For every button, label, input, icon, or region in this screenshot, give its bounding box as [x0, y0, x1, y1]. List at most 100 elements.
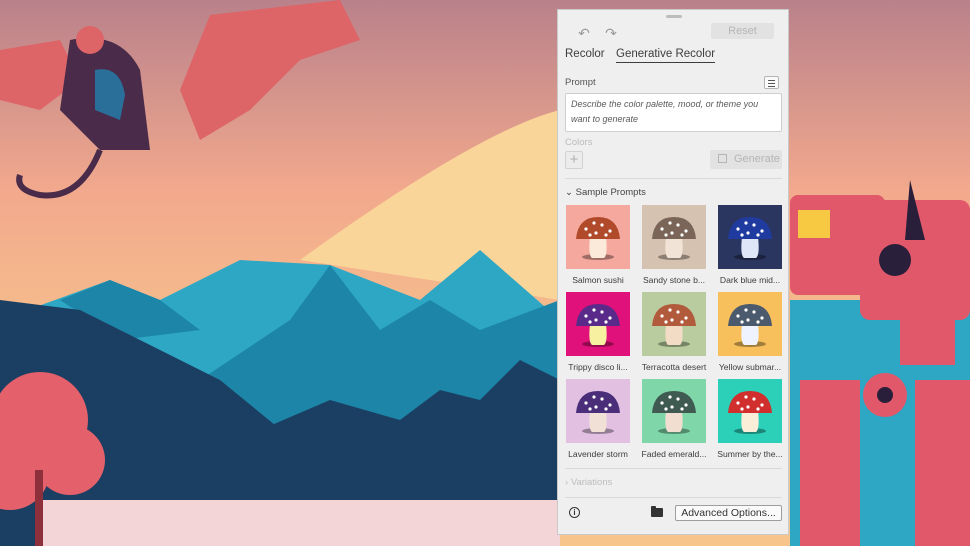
mushroom-spot: [660, 401, 664, 405]
info-icon[interactable]: i: [569, 507, 580, 518]
sample-prompts-label: Sample Prompts: [575, 187, 646, 198]
divider: [565, 178, 782, 179]
prompt-input[interactable]: Describe the color palette, mood, or the…: [565, 93, 782, 132]
variations-label: Variations: [570, 477, 613, 488]
mushroom-spot: [670, 405, 674, 409]
sample-prompt-card[interactable]: Terracotta desert: [642, 292, 706, 372]
sample-prompt-card[interactable]: Faded emerald...: [642, 379, 706, 459]
mushroom-spot: [756, 233, 760, 237]
mushroom-spot: [760, 403, 764, 407]
mushroom-spot: [670, 231, 674, 235]
divider: [565, 497, 782, 498]
mushroom-spot: [680, 320, 684, 324]
generate-icon: [718, 154, 727, 163]
mushroom-stem: [665, 237, 683, 258]
mushroom-spot: [744, 221, 748, 225]
mushroom-spot: [756, 407, 760, 411]
generative-recolor-panel: ↶ ↷ Reset Recolor Generative Recolor Pro…: [557, 9, 789, 535]
tab-generative-recolor[interactable]: Generative Recolor: [616, 48, 716, 63]
sample-prompt-label: Lavender storm: [568, 449, 628, 459]
mushroom-spot: [752, 310, 756, 314]
sample-prompt-thumbnail: [718, 379, 782, 443]
mushroom-spot: [684, 229, 688, 233]
mushroom-stem: [741, 237, 759, 258]
mushroom-spot: [584, 401, 588, 405]
mushroom-stem: [665, 411, 683, 432]
mushroom-spot: [680, 233, 684, 237]
generate-button[interactable]: Generate: [710, 150, 782, 169]
prompt-list-icon[interactable]: [764, 76, 779, 89]
mushroom-spot: [744, 395, 748, 399]
generate-label: Generate: [734, 153, 780, 165]
tab-recolor[interactable]: Recolor: [565, 48, 605, 60]
mushroom-spot: [608, 403, 612, 407]
folder-icon[interactable]: [651, 506, 663, 517]
advanced-options-button[interactable]: Advanced Options...: [675, 505, 782, 521]
mushroom-spot: [588, 407, 592, 411]
mushroom-spot: [676, 223, 680, 227]
sample-prompt-label: Summer by the...: [717, 449, 783, 459]
variations-header[interactable]: › Variations: [565, 477, 612, 488]
mushroom-spot: [608, 229, 612, 233]
sample-prompt-card[interactable]: Yellow submar...: [718, 292, 782, 372]
mushroom-spot: [744, 308, 748, 312]
mushroom-spot: [668, 395, 672, 399]
mushroom-spot: [600, 397, 604, 401]
sample-prompt-card[interactable]: Salmon sushi: [566, 205, 630, 285]
sample-prompt-thumbnail: [566, 205, 630, 269]
sample-prompt-card[interactable]: Sandy stone b...: [642, 205, 706, 285]
ground: [40, 500, 560, 546]
mushroom-spot: [660, 314, 664, 318]
sample-prompt-label: Dark blue mid...: [719, 275, 781, 285]
sample-prompt-label: Sandy stone b...: [642, 275, 706, 285]
mushroom-spot: [752, 397, 756, 401]
undo-icon[interactable]: ↶: [576, 25, 592, 41]
mushroom-stem: [741, 324, 759, 345]
mushroom-spot: [588, 320, 592, 324]
mushroom-spot: [684, 316, 688, 320]
mushroom-stem: [665, 324, 683, 345]
mushroom-spot: [740, 233, 744, 237]
mushroom-spot: [676, 310, 680, 314]
mushroom-spot: [664, 233, 668, 237]
mushroom-spot: [584, 227, 588, 231]
mushroom-spot: [604, 320, 608, 324]
chevron-right-icon: ›: [565, 477, 569, 488]
sample-prompt-card[interactable]: Trippy disco li...: [566, 292, 630, 372]
colors-label: Colors: [565, 137, 593, 148]
mushroom-spot: [740, 320, 744, 324]
mushroom-spot: [736, 314, 740, 318]
panel-grip-handle[interactable]: [666, 15, 682, 18]
sample-prompts-header[interactable]: ⌄ Sample Prompts: [565, 187, 646, 198]
sample-prompt-thumbnail: [642, 205, 706, 269]
mushroom-spot: [760, 316, 764, 320]
mushroom-stem: [589, 237, 607, 258]
mushroom-spot: [746, 405, 750, 409]
mushroom-spot: [668, 221, 672, 225]
mushroom-spot: [752, 223, 756, 227]
mushroom-stem: [741, 411, 759, 432]
sample-prompt-card[interactable]: Summer by the...: [717, 379, 783, 459]
reset-button[interactable]: Reset: [711, 23, 774, 39]
sample-prompt-label: Yellow submar...: [718, 362, 782, 372]
mushroom-spot: [584, 314, 588, 318]
redo-icon[interactable]: ↷: [603, 25, 619, 41]
sample-prompt-card[interactable]: Lavender storm: [566, 379, 630, 459]
add-color-button[interactable]: +: [565, 151, 583, 169]
sample-prompt-thumbnail: [718, 292, 782, 356]
mushroom-spot: [746, 318, 750, 322]
mushroom-spot: [680, 407, 684, 411]
mushroom-spot: [736, 401, 740, 405]
mushroom-spot: [746, 231, 750, 235]
sample-prompt-thumbnail: [718, 205, 782, 269]
mushroom-spot: [660, 227, 664, 231]
mushroom-spot: [608, 316, 612, 320]
divider: [565, 468, 782, 469]
mushroom-spot: [592, 308, 596, 312]
chevron-down-icon: ⌄: [565, 187, 573, 198]
sample-prompt-label: Faded emerald...: [641, 449, 707, 459]
sample-prompt-card[interactable]: Dark blue mid...: [718, 205, 782, 285]
mushroom-stem: [589, 411, 607, 432]
mushroom-spot: [600, 223, 604, 227]
sample-prompt-thumbnail: [566, 379, 630, 443]
